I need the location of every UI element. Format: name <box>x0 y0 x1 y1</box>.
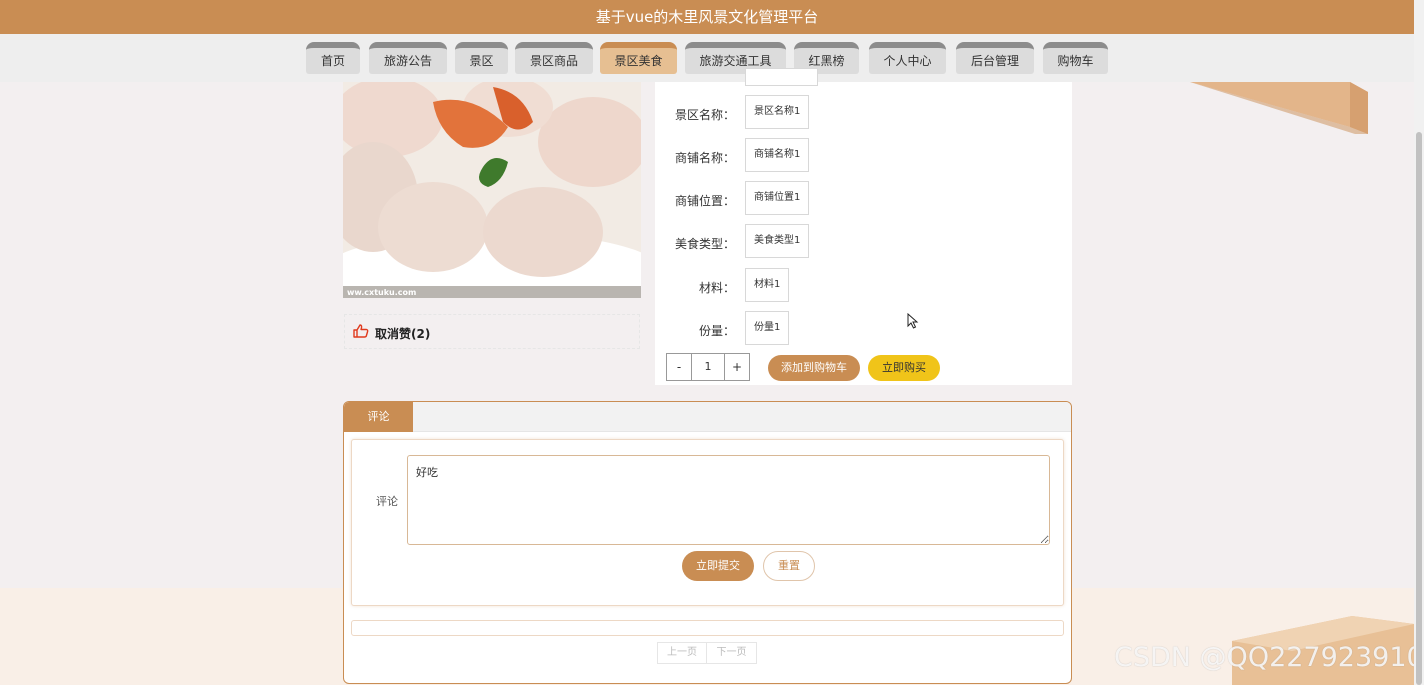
scrollbar-thumb[interactable] <box>1416 132 1422 685</box>
comment-form-label: 评论 <box>376 495 398 508</box>
food-image: ww.cxtuku.com <box>343 82 641 298</box>
field-value-shop-location: 商铺位置1 <box>745 181 810 215</box>
field-value-ingredients: 材料1 <box>745 268 790 302</box>
like-label: 取消赞(2) <box>375 327 431 341</box>
like-toggle[interactable]: 取消赞(2) <box>344 314 640 349</box>
page-scrollbar[interactable] <box>1414 0 1424 685</box>
food-detail-panel: 景区名称： 景区名称1 商铺名称： 商铺名称1 商铺位置： 商铺位置1 美食类型… <box>655 68 1072 385</box>
next-page-button[interactable]: 下一页 <box>707 642 757 664</box>
site-title: 基于vue的木里风景文化管理平台 <box>595 8 819 26</box>
nav-item-profile[interactable]: 个人中心 <box>869 42 946 74</box>
csdn-watermark: CSDN @QQ2279239102 <box>1114 642 1424 673</box>
submit-comment-button[interactable]: 立即提交 <box>682 551 754 581</box>
nav-item-scenic-food[interactable]: 景区美食 <box>600 42 677 74</box>
nav-item-scenic[interactable]: 景区 <box>455 42 508 74</box>
field-value-portion: 份量1 <box>745 311 790 345</box>
nav-item-scenic-goods[interactable]: 景区商品 <box>515 42 593 74</box>
decorative-box-top <box>1190 82 1368 134</box>
reset-comment-button[interactable]: 重置 <box>763 551 815 581</box>
quantity-input[interactable]: 1 <box>691 354 725 380</box>
field-value-shop-name: 商铺名称1 <box>745 138 810 172</box>
comment-textarea[interactable]: 好吃 <box>407 455 1050 545</box>
nav-item-cart[interactable]: 购物车 <box>1043 42 1108 74</box>
comment-pagination: 上一页 下一页 <box>657 642 757 664</box>
quantity-decrease-button[interactable]: - <box>667 354 691 380</box>
field-value-food-type: 美食类型1 <box>745 224 810 258</box>
quantity-stepper: - 1 + <box>666 353 750 381</box>
comment-tab-bar: 评论 <box>344 402 1071 432</box>
image-watermark-text: ww.cxtuku.com <box>347 288 416 297</box>
comment-list <box>351 620 1064 636</box>
field-label-portion: 份量： <box>698 324 735 338</box>
value-box-partial <box>745 68 818 86</box>
field-label-ingredients: 材料： <box>698 281 735 295</box>
nav-item-home[interactable]: 首页 <box>306 42 360 74</box>
site-header: 基于vue的木里风景文化管理平台 <box>0 0 1414 34</box>
comment-form: 评论 好吃 立即提交 重置 <box>351 439 1064 606</box>
mouse-cursor-icon <box>907 313 919 329</box>
field-label-shop-name: 商铺名称： <box>674 151 735 165</box>
prev-page-button[interactable]: 上一页 <box>657 642 707 664</box>
tab-comments[interactable]: 评论 <box>344 402 413 432</box>
add-to-cart-button[interactable]: 添加到购物车 <box>768 355 860 381</box>
field-label-food-type: 美食类型： <box>674 237 735 251</box>
field-label-shop-location: 商铺位置： <box>674 194 735 208</box>
field-label-scenic-name: 景区名称： <box>674 108 735 122</box>
nav-item-announcements[interactable]: 旅游公告 <box>369 42 447 74</box>
buy-now-button[interactable]: 立即购买 <box>868 355 940 381</box>
main-nav: 首页 旅游公告 景区 景区商品 景区美食 旅游交通工具 红黑榜 个人中心 后台管… <box>0 34 1414 82</box>
nav-item-admin[interactable]: 后台管理 <box>956 42 1034 74</box>
thumbs-up-icon <box>353 324 369 338</box>
comment-section: 评论 评论 好吃 立即提交 重置 上一页 下一页 <box>343 401 1072 684</box>
quantity-increase-button[interactable]: + <box>725 354 749 380</box>
field-value-scenic-name: 景区名称1 <box>745 95 810 129</box>
